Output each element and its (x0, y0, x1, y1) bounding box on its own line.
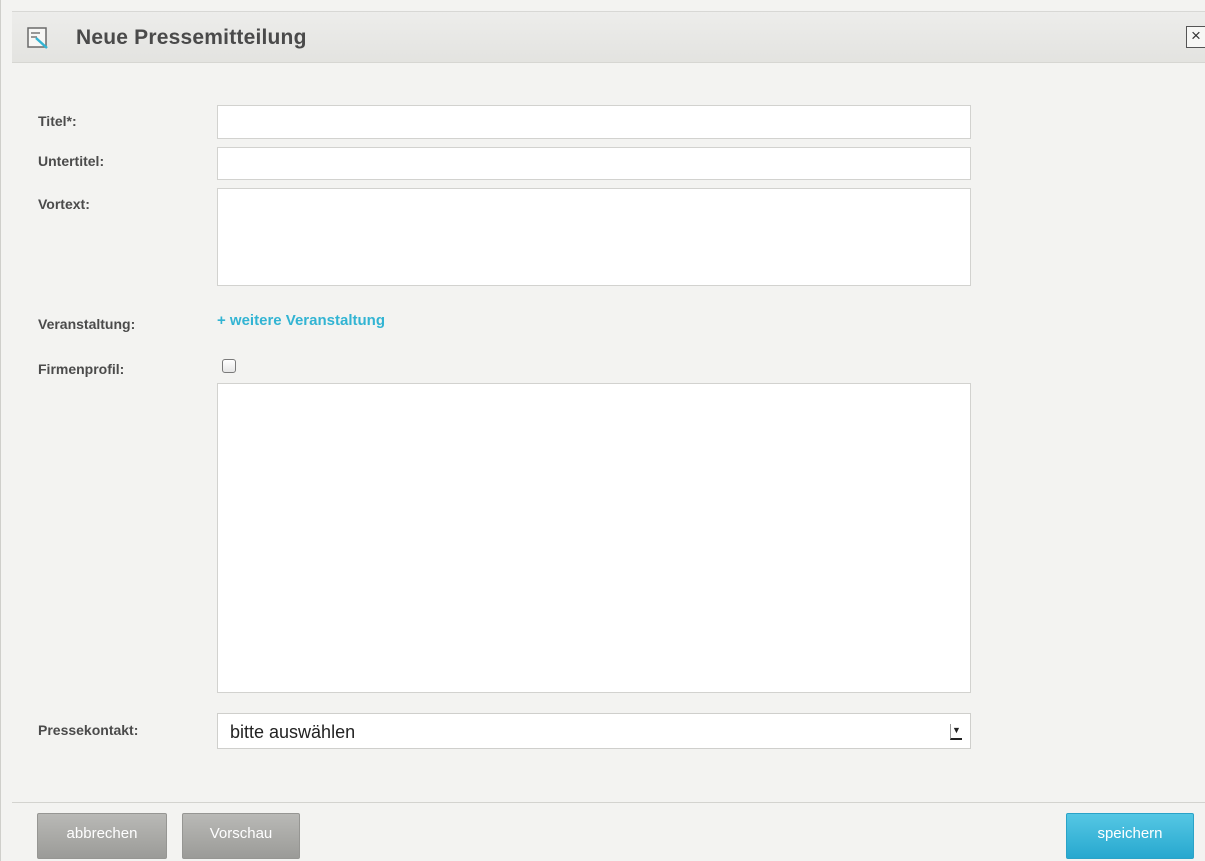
firmenprofil-label: Firmenprofil: (38, 361, 125, 377)
pressekontakt-label: Pressekontakt: (38, 722, 139, 738)
preview-button[interactable]: Vorschau (182, 813, 300, 859)
pressekontakt-select[interactable]: bitte auswählen ▼ (217, 713, 971, 749)
untertitel-label: Untertitel: (38, 153, 105, 169)
add-veranstaltung-link[interactable]: + weitere Veranstaltung (217, 312, 385, 329)
close-icon[interactable]: × (1186, 26, 1205, 48)
chevron-down-icon: ▼ (950, 724, 962, 740)
firmenprofil-textarea[interactable] (217, 383, 971, 693)
vortext-textarea[interactable] (217, 188, 971, 286)
vortext-label: Vortext: (38, 196, 90, 212)
titel-input[interactable] (217, 105, 971, 139)
edit-document-icon (27, 27, 49, 49)
titel-label: Titel*: (38, 113, 77, 129)
dialog-titlebar: Neue Pressemitteilung × (12, 11, 1205, 63)
pressekontakt-selected-value: bitte auswählen (230, 722, 356, 742)
cancel-button[interactable]: abbrechen (37, 813, 167, 859)
untertitel-input[interactable] (217, 147, 971, 180)
press-release-dialog: Neue Pressemitteilung × Titel*: Untertit… (0, 0, 1205, 861)
form-body: Titel*: Untertitel: Vortext: Veranstaltu… (12, 63, 1205, 802)
veranstaltung-label: Veranstaltung: (38, 316, 136, 332)
save-button[interactable]: speichern (1066, 813, 1194, 859)
dialog-title: Neue Pressemitteilung (76, 26, 307, 49)
dialog-footer: abbrechen Vorschau speichern (12, 802, 1205, 861)
firmenprofil-checkbox[interactable] (222, 359, 236, 373)
